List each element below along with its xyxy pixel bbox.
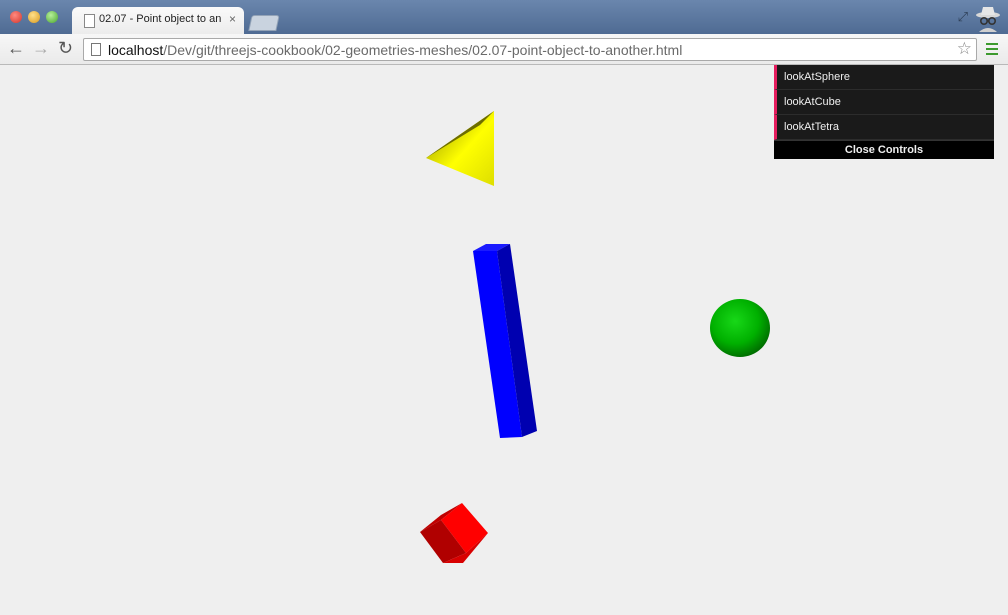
window-minimize-button[interactable]	[28, 11, 40, 23]
cube	[420, 503, 488, 563]
incognito-icon	[976, 7, 1000, 32]
page-icon	[91, 43, 101, 56]
dat-gui-panel: lookAtSphere lookAtCube lookAtTetra Clos…	[774, 65, 994, 159]
close-controls-button[interactable]: Close Controls	[774, 140, 994, 159]
menu-icon[interactable]	[986, 43, 998, 55]
look-at-sphere-button[interactable]: lookAtSphere	[774, 65, 994, 90]
webgl-canvas[interactable]: lookAtSphere lookAtCube lookAtTetra Clos…	[0, 65, 1008, 615]
url-host: localhost	[108, 42, 164, 58]
tetrahedron	[426, 111, 494, 186]
title-bar: 02.07 - Point object to an × ⤢	[0, 0, 1008, 34]
long-box	[473, 244, 537, 438]
new-tab-button[interactable]	[248, 15, 280, 31]
tab-title: 02.07 - Point object to an	[99, 13, 222, 25]
fullscreen-icon[interactable]: ⤢	[958, 9, 968, 25]
browser-toolbar: ← → ↻ localhost/Dev/git/threejs-cookbook…	[0, 34, 1008, 65]
back-arrow-icon[interactable]: ←	[7, 38, 25, 58]
address-bar[interactable]: localhost/Dev/git/threejs-cookbook/02-ge…	[83, 38, 977, 61]
look-at-tetra-button[interactable]: lookAtTetra	[774, 115, 994, 140]
url-text[interactable]: localhost/Dev/git/threejs-cookbook/02-ge…	[108, 42, 682, 58]
sphere	[710, 299, 770, 357]
tab-close-icon[interactable]: ×	[229, 12, 236, 26]
reload-icon[interactable]: ↻	[58, 38, 73, 58]
url-path: /Dev/git/threejs-cookbook/02-geometries-…	[163, 42, 683, 58]
window-close-button[interactable]	[10, 11, 22, 23]
window-maximize-button[interactable]	[46, 11, 58, 23]
browser-tab[interactable]: 02.07 - Point object to an ×	[72, 7, 244, 34]
browser-window: 02.07 - Point object to an × ⤢ ← → ↻ loc…	[0, 0, 1008, 615]
bookmark-star-icon[interactable]: ☆	[957, 39, 972, 59]
look-at-cube-button[interactable]: lookAtCube	[774, 90, 994, 115]
forward-arrow-icon[interactable]: →	[32, 38, 50, 58]
page-icon	[84, 14, 95, 28]
